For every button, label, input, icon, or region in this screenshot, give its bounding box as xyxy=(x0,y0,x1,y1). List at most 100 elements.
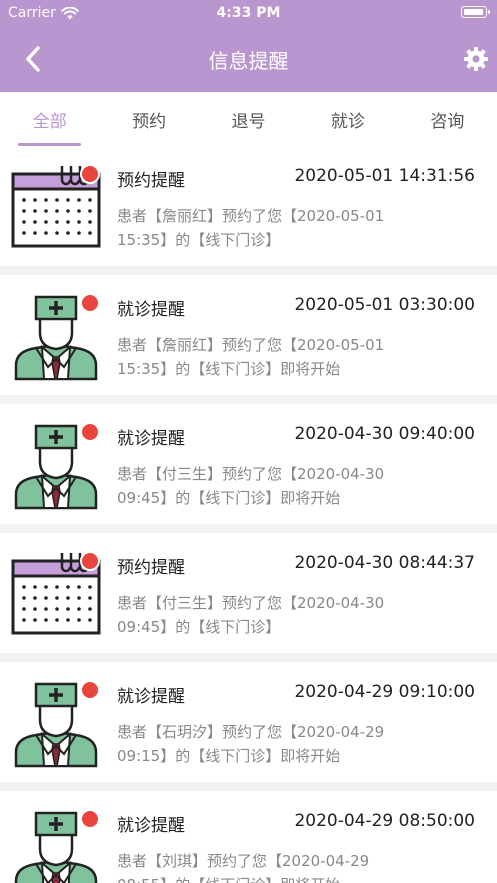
gear-icon xyxy=(464,47,488,71)
notification-time: 2020-04-29 08:50:00 xyxy=(294,811,475,831)
unread-dot xyxy=(80,809,100,829)
calendar-day-dot xyxy=(66,231,70,235)
calendar-day-dot xyxy=(33,231,37,235)
calendar-day-dot xyxy=(77,198,81,202)
calendar-day-dot xyxy=(55,585,59,589)
calendar-day-dot xyxy=(66,585,70,589)
tab-cancellation[interactable]: 退号 xyxy=(199,92,298,146)
calendar-day-dot xyxy=(66,209,70,213)
settings-button[interactable] xyxy=(461,44,491,74)
calendar-day-dot xyxy=(77,231,81,235)
calendar-day-dot xyxy=(55,209,59,213)
notification-title: 就诊提醒 xyxy=(117,687,185,707)
notification-card[interactable]: 预约提醒 2020-04-30 08:44:37 患者【付三生】预约了您【2020-… xyxy=(0,533,497,653)
calendar-day-dot xyxy=(66,220,70,224)
unread-dot xyxy=(80,551,100,571)
calendar-day-dot xyxy=(22,607,26,611)
notification-body: 患者【付三生】预约了您【2020-04-30 09:45】的【线下门诊】即将开始 xyxy=(117,465,385,507)
unread-dot xyxy=(80,293,100,313)
notification-card[interactable]: 就诊提醒 2020-04-29 08:50:00 患者【刘琪】预约了您【2020-0… xyxy=(0,791,497,883)
notification-body: 患者【刘琪】预约了您【2020-04-29 08:55】的【线下门诊】即将开始 xyxy=(117,852,370,883)
calendar-day-dot xyxy=(33,585,37,589)
tab-appointment[interactable]: 预约 xyxy=(99,92,198,146)
calendar-day-dot xyxy=(77,607,81,611)
calendar-day-dot xyxy=(88,618,92,622)
notification-time: 2020-04-30 09:40:00 xyxy=(294,424,475,444)
unread-dot xyxy=(80,422,100,442)
calendar-day-dot xyxy=(88,231,92,235)
calendar-day-dot xyxy=(88,607,92,611)
calendar-day-dot xyxy=(44,596,48,600)
notification-title: 预约提醒 xyxy=(117,558,185,578)
calendar-day-dot xyxy=(66,596,70,600)
calendar-day-dot xyxy=(44,220,48,224)
calendar-day-dot xyxy=(44,618,48,622)
notification-body: 患者【付三生】预约了您【2020-04-30 09:45】的【线下门诊】 xyxy=(117,594,385,636)
notification-body: 患者【詹丽红】预约了您【2020-05-01 15:35】的【线下门诊】 xyxy=(117,207,385,249)
calendar-day-dot xyxy=(88,198,92,202)
calendar-day-dot xyxy=(55,198,59,202)
notification-body: 患者【詹丽红】预约了您【2020-05-01 15:35】的【线下门诊】即将开始 xyxy=(117,336,385,378)
calendar-day-dot xyxy=(77,585,81,589)
notification-body: 患者【石玥汐】预约了您【2020-04-29 09:15】的【线下门诊】即将开始 xyxy=(117,723,385,765)
unread-dot xyxy=(80,680,100,700)
calendar-day-dot xyxy=(77,596,81,600)
calendar-day-dot xyxy=(33,220,37,224)
calendar-day-dot xyxy=(33,209,37,213)
calendar-day-dot xyxy=(44,607,48,611)
header: Carrier 4:33 PM 信息提醒 xyxy=(0,0,497,92)
notification-time: 2020-04-30 08:44:37 xyxy=(294,553,475,573)
calendar-day-dot xyxy=(33,607,37,611)
notification-list: 预约提醒 2020-05-01 14:31:56 患者【詹丽红】预约了您【2020-… xyxy=(0,146,497,883)
calendar-day-dot xyxy=(55,607,59,611)
calendar-day-dot xyxy=(33,596,37,600)
tab-bar: 全部 预约 退号 就诊 咨询 xyxy=(0,92,497,146)
calendar-day-dot xyxy=(33,618,37,622)
calendar-day-dot xyxy=(77,220,81,224)
status-bar: Carrier 4:33 PM xyxy=(0,0,497,26)
notification-title: 就诊提醒 xyxy=(117,429,185,449)
calendar-day-dot xyxy=(44,231,48,235)
calendar-day-dot xyxy=(77,618,81,622)
notification-card[interactable]: 预约提醒 2020-05-01 14:31:56 患者【詹丽红】预约了您【2020-… xyxy=(0,146,497,266)
notification-title: 就诊提醒 xyxy=(117,816,185,836)
calendar-day-dot xyxy=(22,198,26,202)
calendar-day-dot xyxy=(44,585,48,589)
calendar-day-dot xyxy=(88,585,92,589)
status-time: 4:33 PM xyxy=(216,5,281,21)
unread-dot xyxy=(80,164,100,184)
calendar-day-dot xyxy=(22,220,26,224)
calendar-day-dot xyxy=(33,198,37,202)
tab-all[interactable]: 全部 xyxy=(0,92,99,146)
notification-time: 2020-05-01 03:30:00 xyxy=(294,295,475,315)
calendar-day-dot xyxy=(55,618,59,622)
calendar-day-dot xyxy=(22,209,26,213)
notification-title: 就诊提醒 xyxy=(117,300,185,320)
notification-title: 预约提醒 xyxy=(117,171,185,191)
notification-card[interactable]: 就诊提醒 2020-04-30 09:40:00 患者【付三生】预约了您【2020-… xyxy=(0,404,497,524)
notification-card[interactable]: 就诊提醒 2020-04-29 09:10:00 患者【石玥汐】预约了您【2020-… xyxy=(0,662,497,782)
calendar-day-dot xyxy=(22,585,26,589)
calendar-day-dot xyxy=(55,231,59,235)
notification-card[interactable]: 就诊提醒 2020-05-01 03:30:00 患者【詹丽红】预约了您【2020-… xyxy=(0,275,497,395)
calendar-day-dot xyxy=(66,618,70,622)
calendar-day-dot xyxy=(44,198,48,202)
calendar-day-dot xyxy=(44,209,48,213)
calendar-day-dot xyxy=(88,220,92,224)
battery-icon xyxy=(461,6,490,18)
calendar-day-dot xyxy=(88,209,92,213)
battery-fill xyxy=(463,8,483,15)
tab-visit[interactable]: 就诊 xyxy=(298,92,397,146)
notification-time: 2020-05-01 14:31:56 xyxy=(294,166,475,186)
calendar-day-dot xyxy=(22,231,26,235)
app-screen: Carrier 4:33 PM 信息提醒 全部 预约 退号 就诊 咨询 预约提醒… xyxy=(0,0,497,883)
page-title: 信息提醒 xyxy=(208,49,289,73)
calendar-day-dot xyxy=(55,220,59,224)
notification-time: 2020-04-29 09:10:00 xyxy=(294,682,475,702)
calendar-day-dot xyxy=(55,596,59,600)
calendar-day-dot xyxy=(66,198,70,202)
calendar-day-dot xyxy=(88,596,92,600)
calendar-day-dot xyxy=(77,209,81,213)
calendar-day-dot xyxy=(22,596,26,600)
tab-consultation[interactable]: 咨询 xyxy=(398,92,497,146)
